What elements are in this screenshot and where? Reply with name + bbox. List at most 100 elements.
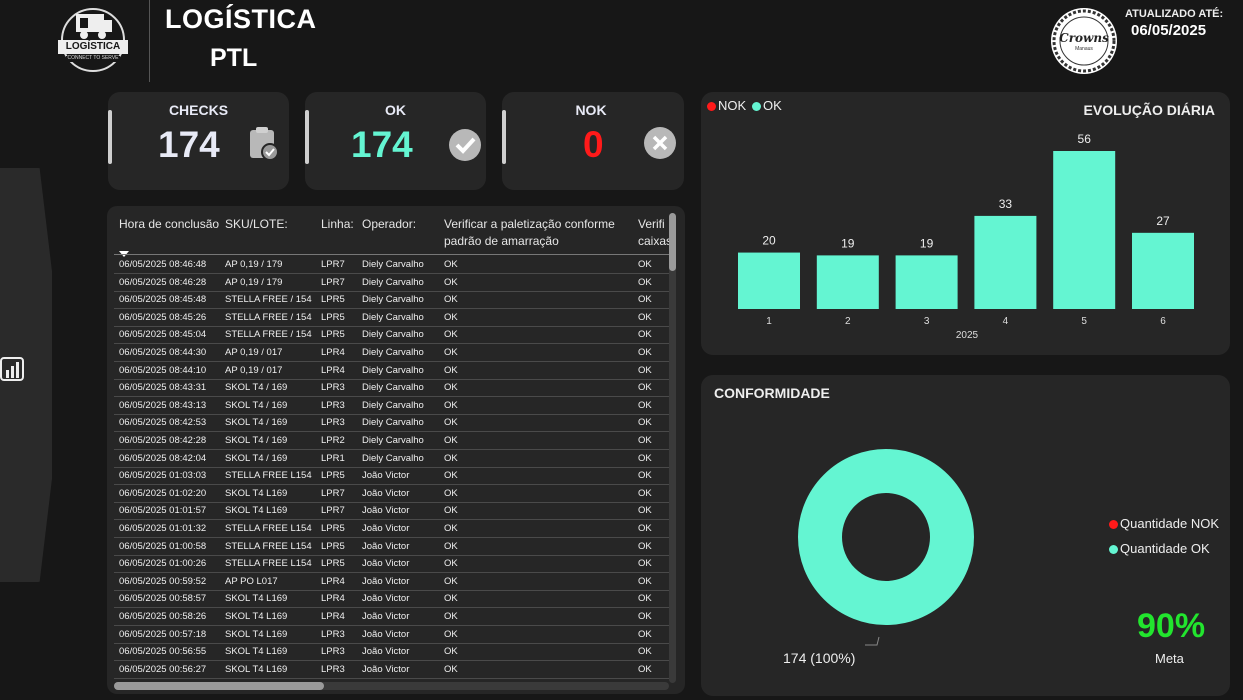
card-label: NOK bbox=[575, 102, 607, 118]
table-row[interactable]: 06/05/2025 08:45:04 STELLA FREE / 154 LPR5… bbox=[114, 326, 669, 345]
table-row[interactable]: 06/05/2025 08:44:10 AP 0,19 / 017 LPR4 Diel… bbox=[114, 362, 669, 380]
bar-ok-3[interactable] bbox=[895, 255, 958, 309]
card-accent bbox=[502, 110, 506, 164]
cell-linha: LPR5 bbox=[321, 540, 345, 552]
cell-paletizacao: OK bbox=[444, 487, 458, 499]
table-row[interactable]: 06/05/2025 00:56:27 SKOL T4 L169 LPR3 João … bbox=[114, 661, 669, 679]
bar-ok-2[interactable] bbox=[816, 255, 879, 309]
cell-caixas: OK bbox=[638, 259, 652, 270]
table-row[interactable]: 06/05/2025 01:00:26 STELLA FREE L154 LPR5 J… bbox=[114, 555, 669, 574]
x-circle-icon bbox=[643, 126, 677, 165]
donut-slice-ok[interactable] bbox=[798, 449, 974, 625]
cell-hora: 06/05/2025 08:46:28 bbox=[119, 276, 207, 288]
cell-paletizacao: OK bbox=[444, 452, 458, 464]
updated-label: ATUALIZADO ATÉ: bbox=[1125, 8, 1224, 20]
donut-data-label: 174 (100%) bbox=[783, 650, 856, 666]
bar-ok-4[interactable] bbox=[974, 215, 1037, 309]
legend-dot-nok bbox=[1109, 520, 1118, 529]
cell-linha: LPR3 bbox=[321, 628, 345, 640]
ok-value: 174 bbox=[351, 124, 413, 165]
table-row[interactable]: 06/05/2025 01:02:20 SKOL T4 L169 LPR7 João … bbox=[114, 485, 669, 503]
table-row[interactable]: 06/05/2025 08:42:28 SKOL T4 / 169 LPR2 Diel… bbox=[114, 432, 669, 450]
cell-sku: SKOL T4 / 169 bbox=[225, 452, 288, 464]
bar-data-label: 33 bbox=[999, 197, 1013, 211]
crowns-logo: Crowns Manaus bbox=[1050, 7, 1118, 75]
legend-ok[interactable]: Quantidade OK bbox=[1109, 541, 1210, 556]
cell-paletizacao: OK bbox=[444, 611, 458, 622]
table-row[interactable]: 06/05/2025 00:59:52 AP PO L017 LPR4 João Vi… bbox=[114, 573, 669, 591]
column-header-operador[interactable]: Operador: bbox=[362, 216, 416, 233]
cell-hora: 06/05/2025 08:42:28 bbox=[119, 435, 207, 446]
cell-operador: João Victor bbox=[362, 593, 410, 605]
table-row[interactable]: 06/05/2025 00:56:55 SKOL T4 L169 LPR3 João … bbox=[114, 643, 669, 662]
cell-operador: João Victor bbox=[362, 628, 410, 640]
cell-hora: 06/05/2025 08:45:48 bbox=[119, 294, 207, 306]
powerbi-icon[interactable] bbox=[0, 352, 26, 382]
table-row[interactable]: 06/05/2025 08:43:31 SKOL T4 / 169 LPR3 Diel… bbox=[114, 379, 669, 398]
cell-paletizacao: OK bbox=[444, 558, 458, 570]
column-header-hora[interactable]: Hora de conclusão bbox=[119, 216, 219, 233]
cell-hora: 06/05/2025 00:58:26 bbox=[119, 611, 207, 622]
cell-operador: Diely Carvalho bbox=[362, 364, 424, 376]
cell-caixas: OK bbox=[638, 470, 652, 482]
cell-caixas: OK bbox=[638, 628, 652, 640]
cell-hora: 06/05/2025 08:42:04 bbox=[119, 452, 207, 464]
cell-sku: SKOL T4 L169 bbox=[225, 663, 288, 675]
cell-paletizacao: OK bbox=[444, 347, 458, 358]
cell-caixas: OK bbox=[638, 276, 652, 288]
cell-hora: 06/05/2025 08:44:30 bbox=[119, 347, 207, 358]
cell-operador: João Victor bbox=[362, 523, 410, 534]
cell-paletizacao: OK bbox=[444, 329, 458, 341]
cell-operador: João Victor bbox=[362, 505, 410, 517]
bar-ok-1[interactable] bbox=[738, 252, 800, 309]
column-header-sku[interactable]: SKU/LOTE: bbox=[225, 216, 288, 233]
scrollbar-thumb[interactable] bbox=[669, 213, 676, 271]
bar-ok-5[interactable] bbox=[1053, 151, 1116, 309]
table-row[interactable]: 06/05/2025 08:42:04 SKOL T4 / 169 LPR1 Diel… bbox=[114, 450, 669, 468]
cell-caixas: OK bbox=[638, 505, 652, 517]
cell-paletizacao: OK bbox=[444, 593, 458, 605]
cell-caixas: OK bbox=[638, 575, 652, 587]
nok-value: 0 bbox=[583, 124, 604, 165]
cell-hora: 06/05/2025 01:01:57 bbox=[119, 505, 207, 517]
cell-linha: LPR4 bbox=[321, 593, 345, 605]
checks-table[interactable]: Hora de conclusão SKU/LOTE: Linha: Opera… bbox=[107, 206, 685, 694]
cell-paletizacao: OK bbox=[444, 523, 458, 534]
table-row[interactable]: 06/05/2025 08:46:28 AP 0,19 / 179 LPR7 Diel… bbox=[114, 274, 669, 292]
cell-operador: Diely Carvalho bbox=[362, 259, 424, 270]
cell-operador: João Victor bbox=[362, 611, 410, 622]
scrollbar-thumb[interactable] bbox=[114, 682, 324, 690]
bar-data-label: 19 bbox=[920, 236, 934, 250]
bar-ok-6[interactable] bbox=[1132, 232, 1194, 309]
vertical-scrollbar[interactable] bbox=[669, 213, 676, 683]
table-row[interactable]: 06/05/2025 08:45:48 STELLA FREE / 154 LPR5… bbox=[114, 291, 669, 310]
cell-linha: LPR4 bbox=[321, 347, 345, 358]
table-row[interactable]: 06/05/2025 00:58:57 SKOL T4 L169 LPR4 João … bbox=[114, 590, 669, 609]
table-row[interactable]: 06/05/2025 08:46:48 AP 0,19 / 179 LPR7 Diel… bbox=[114, 256, 669, 274]
table-row[interactable]: 06/05/2025 08:42:53 SKOL T4 / 169 LPR3 Diel… bbox=[114, 414, 669, 433]
column-header-linha[interactable]: Linha: bbox=[321, 216, 354, 233]
cell-linha: LPR5 bbox=[321, 558, 345, 570]
cell-paletizacao: OK bbox=[444, 294, 458, 306]
table-row[interactable]: 06/05/2025 01:00:58 STELLA FREE L154 LPR5 J… bbox=[114, 538, 669, 556]
column-header-paletizacao[interactable]: Verificar a paletização conforme padrão … bbox=[444, 216, 615, 250]
table-row[interactable]: 06/05/2025 08:45:26 STELLA FREE / 154 LPR5… bbox=[114, 309, 669, 327]
cell-sku: SKOL T4 L169 bbox=[225, 628, 288, 640]
table-row[interactable]: 06/05/2025 00:58:26 SKOL T4 L169 LPR4 João … bbox=[114, 608, 669, 626]
table-row[interactable]: 06/05/2025 01:03:03 STELLA FREE L154 LPR5 J… bbox=[114, 467, 669, 486]
horizontal-scrollbar[interactable] bbox=[114, 682, 669, 690]
cell-paletizacao: OK bbox=[444, 646, 458, 658]
column-header-caixas[interactable]: Verifi caixas bbox=[638, 216, 670, 250]
table-row[interactable]: 06/05/2025 08:43:13 SKOL T4 / 169 LPR3 Diel… bbox=[114, 397, 669, 415]
cell-operador: Diely Carvalho bbox=[362, 382, 424, 394]
table-row[interactable]: 06/05/2025 08:44:30 AP 0,19 / 017 LPR4 Diel… bbox=[114, 344, 669, 362]
cell-hora: 06/05/2025 08:44:10 bbox=[119, 364, 207, 376]
table-row[interactable]: 06/05/2025 01:01:57 SKOL T4 L169 LPR7 João … bbox=[114, 502, 669, 521]
cell-sku: SKOL T4 / 169 bbox=[225, 417, 288, 429]
table-row[interactable]: 06/05/2025 01:01:32 STELLA FREE L154 LPR5 J… bbox=[114, 520, 669, 538]
card-accent bbox=[108, 110, 112, 164]
cell-sku: STELLA FREE / 154 bbox=[225, 329, 312, 341]
table-row[interactable]: 06/05/2025 00:57:18 SKOL T4 L169 LPR3 João … bbox=[114, 626, 669, 644]
legend-nok[interactable]: Quantidade NOK bbox=[1109, 516, 1219, 531]
cell-hora: 06/05/2025 08:45:26 bbox=[119, 311, 207, 323]
